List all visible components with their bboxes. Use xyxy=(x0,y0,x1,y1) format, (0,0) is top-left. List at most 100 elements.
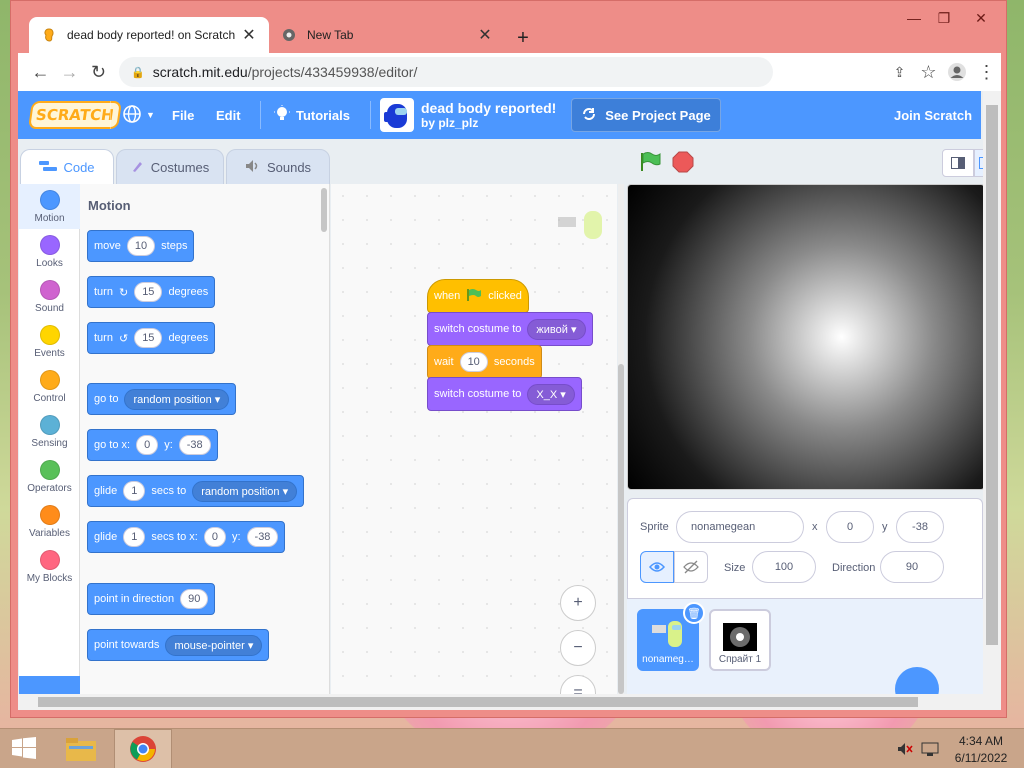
network-icon[interactable] xyxy=(920,729,940,768)
back-icon[interactable]: ← xyxy=(26,56,55,88)
share-icon[interactable]: ⇪ xyxy=(885,56,914,88)
new-tab-button[interactable]: + xyxy=(511,27,535,50)
clock-date[interactable]: 6/11/2022 xyxy=(948,751,1014,765)
scroll-thumb[interactable] xyxy=(38,697,918,707)
category-sensing[interactable]: Sensing xyxy=(19,409,80,454)
kebab-menu-icon[interactable]: ⋮ xyxy=(972,56,1001,88)
category-operators[interactable]: Operators xyxy=(19,454,80,499)
y-input[interactable]: -38 xyxy=(896,511,944,543)
choose-sprite-button[interactable] xyxy=(895,667,939,694)
chrome-taskbar-icon[interactable] xyxy=(114,729,172,768)
tab-costumes[interactable]: Costumes xyxy=(116,149,224,185)
tab-new-tab[interactable]: New Tab ✕ xyxy=(269,17,505,53)
block-move-steps[interactable]: move 10 steps xyxy=(87,230,195,262)
script-switch-costume-2[interactable]: switch costume to X_X ▾ xyxy=(427,377,582,411)
close-window-button[interactable]: ✕ xyxy=(959,9,1003,29)
category-my-blocks[interactable]: My Blocks xyxy=(19,544,80,589)
block-go-to-xy[interactable]: go to x: 0 y: -38 xyxy=(87,429,218,461)
events-dot-icon xyxy=(39,324,60,345)
block-point-towards[interactable]: point towards mouse-pointer ▾ xyxy=(87,629,270,661)
page-vertical-scrollbar[interactable] xyxy=(983,91,1001,694)
block-dropdown[interactable]: живой ▾ xyxy=(527,318,586,340)
close-tab-icon[interactable]: ✕ xyxy=(477,25,493,45)
category-label: Motion xyxy=(34,212,65,224)
direction-input[interactable]: 90 xyxy=(880,551,944,583)
hide-sprite-icon[interactable] xyxy=(674,551,708,583)
category-variables[interactable]: Variables xyxy=(19,499,80,544)
sprite-thumbnail[interactable]: Спрайт 1 xyxy=(709,609,771,671)
small-stage-icon[interactable] xyxy=(942,149,974,177)
block-input[interactable]: -38 xyxy=(246,527,279,547)
script-when-flag-clicked[interactable]: when clicked xyxy=(427,279,529,313)
block-dropdown[interactable]: random position ▾ xyxy=(124,388,230,410)
bookmark-star-icon[interactable]: ☆ xyxy=(914,56,943,88)
block-glide-to[interactable]: glide 1 secs to random position ▾ xyxy=(87,475,305,507)
block-input[interactable]: 90 xyxy=(180,589,209,609)
block-input[interactable]: 15 xyxy=(134,282,163,302)
file-explorer-icon[interactable] xyxy=(58,729,104,768)
show-sprite-icon[interactable] xyxy=(640,551,674,583)
x-input[interactable]: 0 xyxy=(826,511,874,543)
category-motion[interactable]: Motion xyxy=(19,184,80,229)
block-input[interactable]: 15 xyxy=(134,328,163,348)
edit-menu[interactable]: Edit xyxy=(216,91,241,139)
category-control[interactable]: Control xyxy=(19,364,80,409)
file-menu[interactable]: File xyxy=(172,91,194,139)
block-text: glide xyxy=(94,485,118,497)
scratch-logo[interactable]: SCRATCH xyxy=(28,91,122,139)
page-horizontal-scrollbar[interactable] xyxy=(18,694,1001,710)
volume-muted-icon[interactable] xyxy=(896,729,914,768)
stop-icon[interactable] xyxy=(672,151,694,176)
block-input[interactable]: 10 xyxy=(459,352,488,372)
block-input[interactable]: 10 xyxy=(126,236,156,256)
tutorials-button[interactable]: Tutorials xyxy=(274,91,350,139)
minimize-button[interactable]: — xyxy=(899,9,929,29)
block-turn-right[interactable]: turn ↻ 15 degrees xyxy=(87,276,216,308)
category-looks[interactable]: Looks xyxy=(19,229,80,274)
close-tab-icon[interactable]: ✕ xyxy=(241,25,257,45)
see-project-page-button[interactable]: See Project Page xyxy=(571,98,721,132)
size-input[interactable]: 100 xyxy=(752,551,816,583)
block-input[interactable]: -38 xyxy=(178,435,211,455)
tab-sounds[interactable]: Sounds xyxy=(226,149,330,185)
start-button[interactable] xyxy=(0,729,48,768)
palette-scrollbar[interactable] xyxy=(321,188,327,232)
tab-code[interactable]: Code xyxy=(20,149,114,185)
block-input[interactable]: 0 xyxy=(136,435,159,455)
stage-canvas[interactable] xyxy=(627,184,985,490)
block-turn-left[interactable]: turn ↺ 15 degrees xyxy=(87,322,216,354)
forward-icon[interactable]: → xyxy=(55,56,84,88)
script-switch-costume-1[interactable]: switch costume to живой ▾ xyxy=(427,312,593,346)
language-menu[interactable]: ▼ xyxy=(122,91,155,139)
profile-avatar-icon[interactable] xyxy=(943,56,972,88)
project-author[interactable]: by plz_plz xyxy=(421,116,478,130)
green-flag-icon[interactable] xyxy=(638,150,662,177)
block-dropdown[interactable]: X_X ▾ xyxy=(527,383,575,405)
zoom-out-button[interactable]: − xyxy=(560,630,596,666)
block-input[interactable]: 0 xyxy=(203,527,226,547)
block-input[interactable]: 1 xyxy=(123,481,146,501)
script-wait[interactable]: wait 10 seconds xyxy=(427,345,542,379)
zoom-in-button[interactable]: + xyxy=(560,585,596,621)
block-point-in-direction[interactable]: point in direction 90 xyxy=(87,583,216,615)
script-scrollbar[interactable] xyxy=(618,364,624,694)
block-input[interactable]: 1 xyxy=(123,527,146,547)
scroll-thumb[interactable] xyxy=(986,105,998,645)
block-go-to[interactable]: go to random position ▾ xyxy=(87,383,237,415)
address-bar[interactable]: 🔒 scratch.mit.edu/projects/433459938/edi… xyxy=(119,57,773,87)
browser-window: dead body reported! on Scratch ✕ New Tab… xyxy=(10,0,1007,718)
sprite-watermark-icon xyxy=(558,207,606,246)
restore-button[interactable]: ❐ xyxy=(929,9,959,29)
join-scratch-link[interactable]: Join Scratch xyxy=(894,91,972,139)
clock-time[interactable]: 4:34 AM xyxy=(948,734,1014,748)
add-extension-button[interactable] xyxy=(19,676,80,694)
sprite-name-input[interactable]: nonamegean xyxy=(676,511,804,543)
block-glide-to-xy[interactable]: glide 1 secs to x: 0 y: -38 xyxy=(87,521,286,553)
category-sound[interactable]: Sound xyxy=(19,274,80,319)
category-events[interactable]: Events xyxy=(19,319,80,364)
tab-scratch[interactable]: dead body reported! on Scratch ✕ xyxy=(29,17,269,53)
trash-icon[interactable]: 🗑 xyxy=(683,602,705,624)
block-dropdown[interactable]: mouse-pointer ▾ xyxy=(165,634,263,656)
block-dropdown[interactable]: random position ▾ xyxy=(192,480,298,502)
reload-icon[interactable]: ↻ xyxy=(84,56,113,88)
